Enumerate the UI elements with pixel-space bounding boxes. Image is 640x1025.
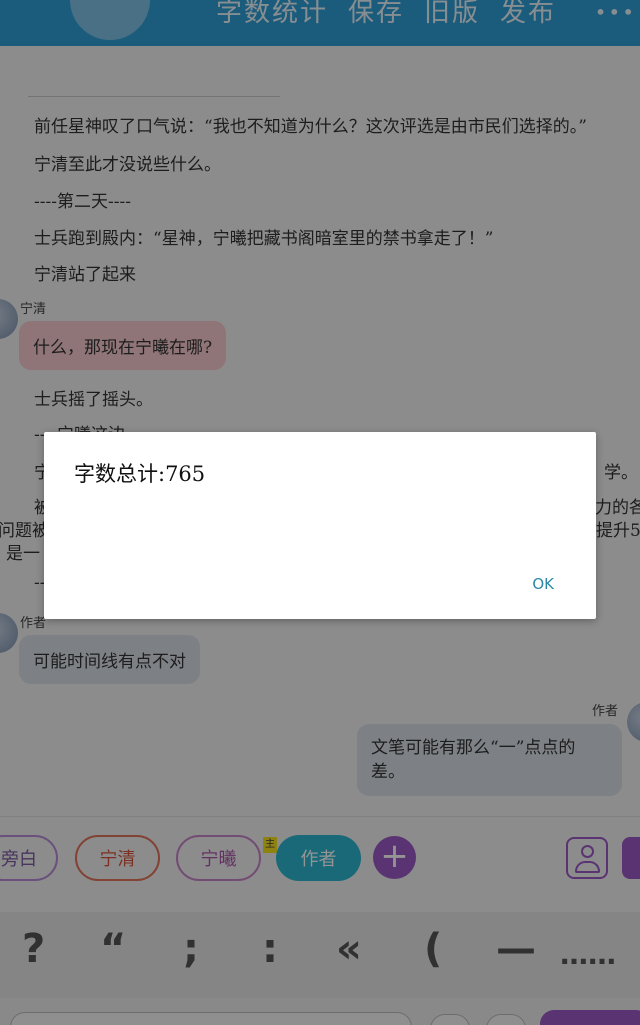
word-count-dialog: 字数总计:765 OK [44,432,596,619]
word-count-message: 字数总计:765 [74,462,206,486]
ok-button[interactable]: OK [532,575,554,593]
